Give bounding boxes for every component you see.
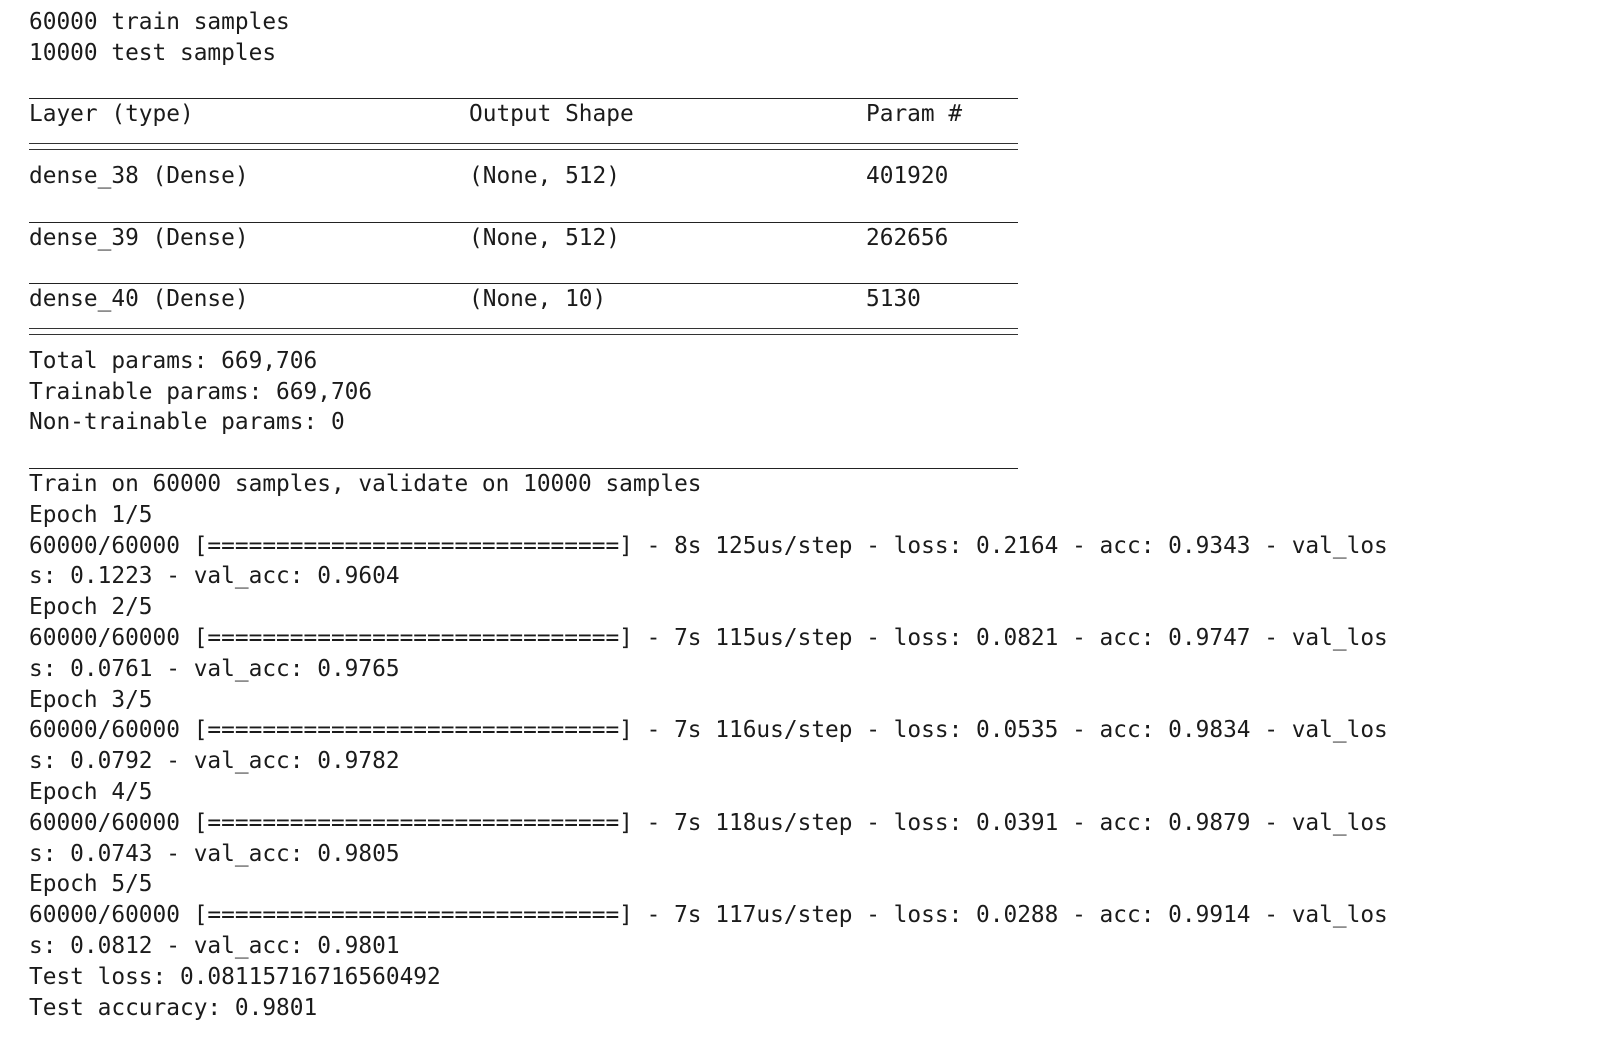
epoch-progress-line: 60000/60000 [===========================… — [29, 717, 1388, 744]
training-intro: Train on 60000 samples, validate on 1000… — [29, 470, 702, 497]
layer-name: dense_39 (Dense) — [29, 224, 249, 251]
column-header-output-shape: Output Shape — [469, 101, 634, 128]
epoch-progress-line: 60000/60000 [===========================… — [29, 532, 1388, 559]
test-loss: Test loss: 0.08115716716560492 — [29, 963, 441, 990]
table-row: dense_40 (Dense) (None, 10) 5130 — [29, 284, 1018, 315]
epoch-metrics-line: s: 0.1223 - val_acc: 0.9604 — [29, 563, 400, 590]
row-divider-rule — [29, 192, 1018, 223]
summary-header-row: Layer (type) Output Shape Param # — [29, 99, 1018, 130]
epoch-label: Epoch 2/5 — [29, 594, 153, 621]
layer-output-shape: (None, 10) — [469, 286, 607, 313]
column-header-param-count: Param # — [866, 101, 963, 128]
epoch-label: Epoch 5/5 — [29, 871, 153, 898]
epoch-metrics-line: s: 0.0743 - val_acc: 0.9805 — [29, 840, 400, 867]
summary-footer-double-rule — [29, 315, 1018, 346]
epoch-metrics-line: s: 0.0812 - val_acc: 0.9801 — [29, 932, 400, 959]
layer-name: dense_40 (Dense) — [29, 286, 249, 313]
test-accuracy: Test accuracy: 0.9801 — [29, 994, 318, 1021]
summary-header-double-rule — [29, 130, 1018, 161]
table-row: dense_39 (Dense) (None, 512) 262656 — [29, 223, 1018, 254]
train-samples-line: 60000 train samples — [29, 9, 290, 35]
epoch-label: Epoch 4/5 — [29, 778, 153, 805]
total-params: Total params: 669,706 — [29, 347, 318, 374]
layer-output-shape: (None, 512) — [469, 162, 620, 189]
row-divider-rule — [29, 253, 1018, 284]
layer-output-shape: (None, 512) — [469, 224, 620, 251]
epoch-metrics-line: s: 0.0792 - val_acc: 0.9782 — [29, 748, 400, 775]
epoch-progress-line: 60000/60000 [===========================… — [29, 809, 1388, 836]
epoch-label: Epoch 1/5 — [29, 501, 153, 528]
epoch-label: Epoch 3/5 — [29, 686, 153, 713]
layer-param-count: 5130 — [866, 286, 921, 313]
layer-param-count: 401920 — [866, 162, 949, 189]
epoch-progress-line: 60000/60000 [===========================… — [29, 902, 1388, 929]
table-row: dense_38 (Dense) (None, 512) 401920 — [29, 161, 1018, 192]
column-header-layer: Layer (type) — [29, 101, 194, 128]
test-samples-line: 10000 test samples — [29, 39, 277, 66]
summary-top-rule — [29, 69, 1018, 100]
epoch-progress-line: 60000/60000 [===========================… — [29, 624, 1388, 651]
layer-param-count: 262656 — [866, 224, 949, 251]
epoch-metrics-line: s: 0.0761 - val_acc: 0.9765 — [29, 655, 400, 682]
trainable-params: Trainable params: 669,706 — [29, 378, 373, 405]
console-output: 60000 train samples 10000 test samples L… — [29, 7, 1589, 1023]
non-trainable-params: Non-trainable params: 0 — [29, 409, 345, 436]
layer-name: dense_38 (Dense) — [29, 162, 249, 189]
summary-bottom-rule — [29, 438, 1018, 469]
